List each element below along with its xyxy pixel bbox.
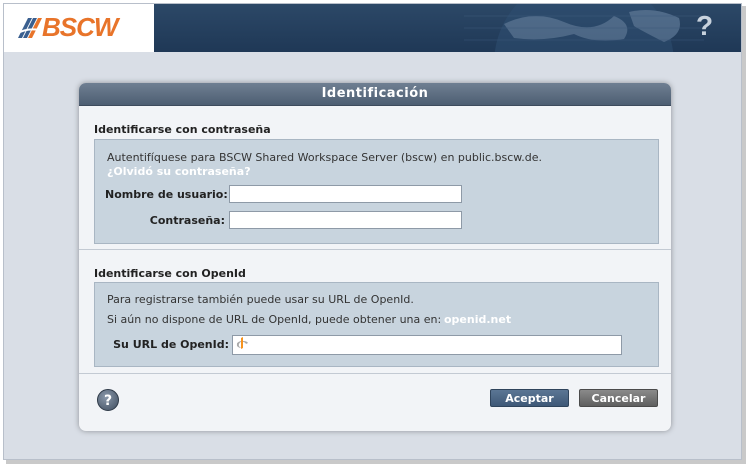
section-divider	[79, 249, 671, 250]
password-label: Contraseña:	[149, 214, 225, 227]
username-label: Nombre de usuario:	[105, 188, 228, 201]
openid-url-label: Su URL de OpenId:	[113, 338, 229, 351]
openid-panel: Para registrarse también puede usar su U…	[94, 282, 659, 367]
password-panel: Autentifíquese para BSCW Shared Workspac…	[94, 139, 659, 244]
openid-section-title: Identificarse con OpenId	[94, 267, 246, 280]
openid-net-link[interactable]: openid.net	[444, 313, 511, 326]
globe-decoration-icon	[464, 4, 704, 52]
accept-button[interactable]: Aceptar	[490, 389, 569, 407]
bscw-logo[interactable]: BSCW	[4, 4, 154, 52]
forgot-password-link[interactable]: ¿Olvidó su contraseña?	[107, 165, 251, 178]
help-button[interactable]: ?	[97, 389, 119, 411]
username-input[interactable]	[229, 185, 462, 203]
login-dialog: Identificación Identificarse con contras…	[79, 83, 671, 431]
openid-info-line1: Para registrarse también puede usar su U…	[107, 293, 414, 306]
openid-info-line2: Si aún no dispone de URL de OpenId, pued…	[107, 313, 442, 326]
footer-divider	[79, 373, 671, 374]
app-header: BSCW ?	[4, 4, 741, 52]
browser-page: BSCW ? Identificación Identificarse con …	[3, 3, 742, 460]
openid-url-input[interactable]	[232, 335, 622, 355]
dialog-title: Identificación	[79, 83, 671, 106]
password-info-text: Autentifíquese para BSCW Shared Workspac…	[107, 151, 543, 164]
openid-icon	[236, 337, 248, 349]
password-input[interactable]	[229, 211, 462, 229]
help-icon[interactable]: ?	[696, 10, 713, 42]
cancel-button[interactable]: Cancelar	[579, 389, 658, 407]
logo-text: BSCW	[42, 12, 118, 42]
openid-url-wrapper	[232, 335, 622, 355]
password-section-title: Identificarse con contraseña	[94, 123, 271, 136]
